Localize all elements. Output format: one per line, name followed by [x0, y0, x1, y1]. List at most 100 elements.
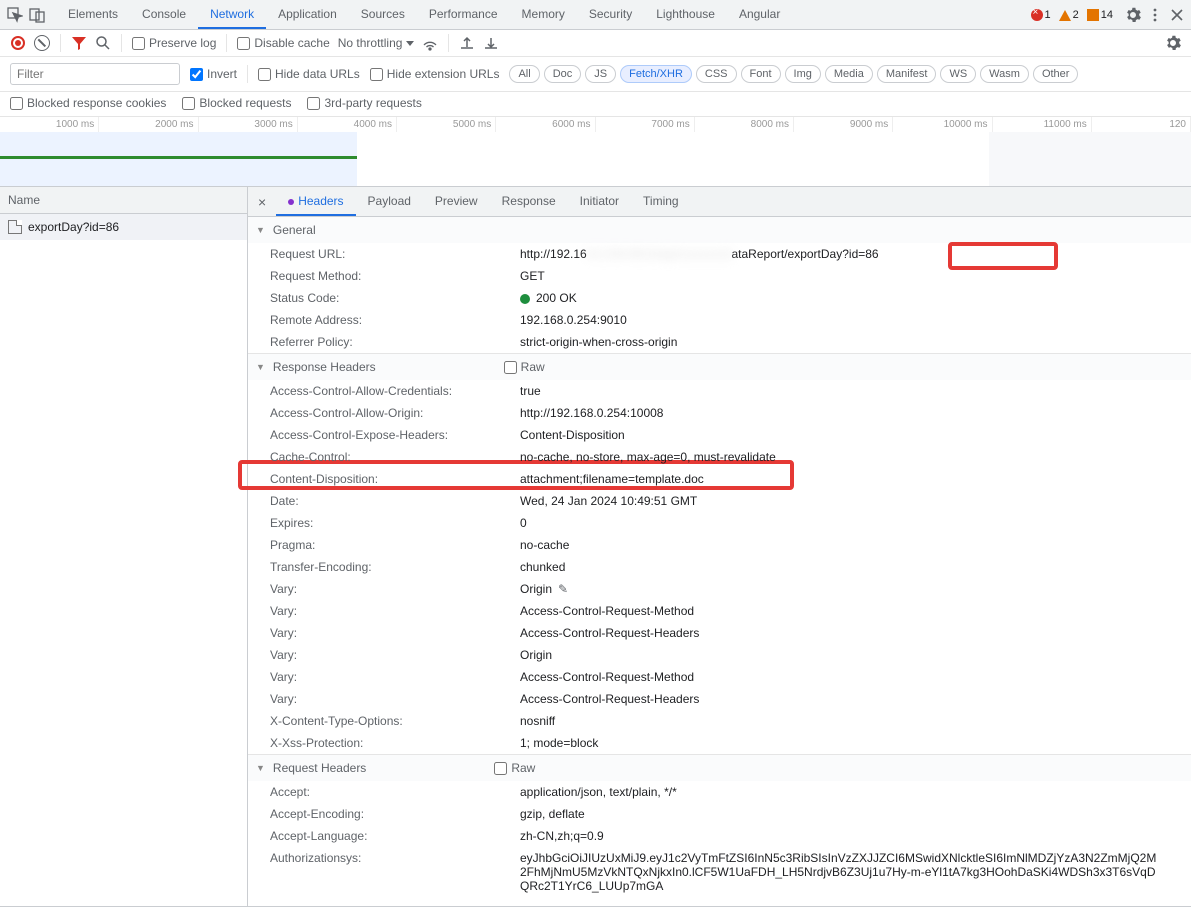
tab-lighthouse[interactable]: Lighthouse: [644, 0, 727, 29]
close-icon[interactable]: [1169, 7, 1185, 23]
throttling-select[interactable]: No throttling: [338, 36, 415, 50]
tab-console[interactable]: Console: [130, 0, 198, 29]
header-row: Vary:Access-Control-Request-Headers: [248, 622, 1191, 644]
general-header[interactable]: ▼ General: [248, 217, 1191, 243]
record-icon[interactable]: [10, 35, 26, 51]
tab-application[interactable]: Application: [266, 0, 349, 29]
tab-performance[interactable]: Performance: [417, 0, 510, 29]
header-row: Accept-Encoding:gzip, deflate: [248, 803, 1191, 825]
header-value: strict-origin-when-cross-origin: [520, 335, 1191, 349]
header-value: 1; mode=block: [520, 736, 1191, 750]
chip-all[interactable]: All: [509, 65, 539, 83]
header-value: 200 OK: [520, 291, 1191, 305]
inspect-icon[interactable]: [6, 6, 24, 24]
clear-icon[interactable]: [34, 35, 50, 51]
request-row[interactable]: exportDay?id=86: [0, 214, 247, 240]
timeline-tick: 9000 ms: [794, 117, 893, 132]
header-row: Vary:Access-Control-Request-Method: [248, 666, 1191, 688]
upload-har-icon[interactable]: [459, 35, 475, 51]
chip-ws[interactable]: WS: [940, 65, 976, 83]
chip-other[interactable]: Other: [1033, 65, 1079, 83]
header-value: application/json, text/plain, */*: [520, 785, 1191, 799]
timeline-tick: 10000 ms: [893, 117, 992, 132]
chip-fetchxhr[interactable]: Fetch/XHR: [620, 65, 692, 83]
timeline-tick: 3000 ms: [199, 117, 298, 132]
invert-checkbox[interactable]: Invert: [190, 67, 237, 81]
chip-js[interactable]: JS: [585, 65, 616, 83]
blocked-requests-checkbox[interactable]: Blocked requests: [182, 96, 291, 110]
chip-manifest[interactable]: Manifest: [877, 65, 937, 83]
tab-sources[interactable]: Sources: [349, 0, 417, 29]
header-row: X-Content-Type-Options:nosniff: [248, 710, 1191, 732]
header-key: Request Method:: [270, 269, 520, 283]
settings-icon[interactable]: [1125, 7, 1141, 23]
download-har-icon[interactable]: [483, 35, 499, 51]
preserve-log-checkbox[interactable]: Preserve log: [132, 36, 216, 50]
header-key: Expires:: [270, 516, 520, 530]
network-conditions-icon[interactable]: [422, 35, 438, 51]
header-row: Referrer Policy:strict-origin-when-cross…: [248, 331, 1191, 353]
issue-badges[interactable]: 1 2 14: [1031, 9, 1114, 21]
details-tab-preview[interactable]: Preview: [423, 187, 490, 216]
header-row: Date:Wed, 24 Jan 2024 10:49:51 GMT: [248, 490, 1191, 512]
raw-toggle[interactable]: Raw: [504, 360, 545, 374]
chip-css[interactable]: CSS: [696, 65, 737, 83]
details-tab-initiator[interactable]: Initiator: [568, 187, 631, 216]
tab-memory[interactable]: Memory: [510, 0, 577, 29]
timeline-tick: 7000 ms: [596, 117, 695, 132]
header-key: Remote Address:: [270, 313, 520, 327]
response-headers-header[interactable]: ▼ Response Headers Raw: [248, 354, 1191, 380]
header-row: Request Method:GET: [248, 265, 1191, 287]
tab-angular[interactable]: Angular: [727, 0, 792, 29]
chip-doc[interactable]: Doc: [544, 65, 582, 83]
edit-icon[interactable]: ✎: [558, 582, 568, 596]
header-key: Accept-Language:: [270, 829, 520, 843]
hide-data-urls-checkbox[interactable]: Hide data URLs: [258, 67, 360, 81]
tab-security[interactable]: Security: [577, 0, 644, 29]
details-tab-response[interactable]: Response: [490, 187, 568, 216]
third-party-checkbox[interactable]: 3rd-party requests: [307, 96, 421, 110]
disable-cache-checkbox[interactable]: Disable cache: [237, 36, 329, 50]
error-icon: [1031, 9, 1043, 21]
panel-tabs: ElementsConsoleNetworkApplicationSources…: [56, 0, 792, 29]
request-list-header[interactable]: Name: [0, 187, 247, 214]
header-value: Origin: [520, 648, 1191, 662]
hide-ext-urls-checkbox[interactable]: Hide extension URLs: [370, 67, 500, 81]
chip-wasm[interactable]: Wasm: [980, 65, 1029, 83]
blocked-cookies-checkbox[interactable]: Blocked response cookies: [10, 96, 166, 110]
header-key: Request URL:: [270, 247, 520, 261]
tab-elements[interactable]: Elements: [56, 0, 130, 29]
header-row: Request URL:http://192.168.0.254:9010/ap…: [248, 243, 1191, 265]
header-value: chunked: [520, 560, 1191, 574]
chip-font[interactable]: Font: [741, 65, 781, 83]
header-row: Status Code:200 OK: [248, 287, 1191, 309]
raw-toggle[interactable]: Raw: [494, 761, 535, 775]
header-row: Authorizationsys:eyJhbGciOiJIUzUxMiJ9.ey…: [248, 847, 1191, 897]
device-toggle-icon[interactable]: [28, 6, 46, 24]
header-row: Pragma:no-cache: [248, 534, 1191, 556]
timeline[interactable]: 1000 ms2000 ms3000 ms4000 ms5000 ms6000 …: [0, 117, 1191, 187]
chip-img[interactable]: Img: [785, 65, 821, 83]
header-key: Referrer Policy:: [270, 335, 520, 349]
details-close-icon[interactable]: ×: [248, 188, 276, 216]
filter-bar-2: Blocked response cookies Blocked request…: [0, 92, 1191, 117]
panel-settings-icon[interactable]: [1165, 35, 1181, 51]
network-toolbar: Preserve log Disable cache No throttling: [0, 30, 1191, 57]
tab-network[interactable]: Network: [198, 0, 266, 29]
more-icon[interactable]: [1147, 7, 1163, 23]
timeline-tick: 1000 ms: [0, 117, 99, 132]
header-key: Vary:: [270, 604, 520, 618]
filter-icon[interactable]: [71, 35, 87, 51]
message-icon: [1087, 9, 1099, 21]
header-value: http://192.168.0.254:10008: [520, 406, 1191, 420]
filter-input[interactable]: [10, 63, 180, 85]
search-icon[interactable]: [95, 35, 111, 51]
details-tab-timing[interactable]: Timing: [631, 187, 691, 216]
details-tab-payload[interactable]: Payload: [356, 187, 423, 216]
header-value: Access-Control-Request-Headers: [520, 626, 1191, 640]
details-tab-headers[interactable]: Headers: [276, 187, 355, 216]
request-headers-header[interactable]: ▼ Request Headers Raw: [248, 755, 1191, 781]
header-value: Origin✎: [520, 582, 1191, 596]
override-dot-icon: [288, 199, 294, 205]
chip-media[interactable]: Media: [825, 65, 873, 83]
